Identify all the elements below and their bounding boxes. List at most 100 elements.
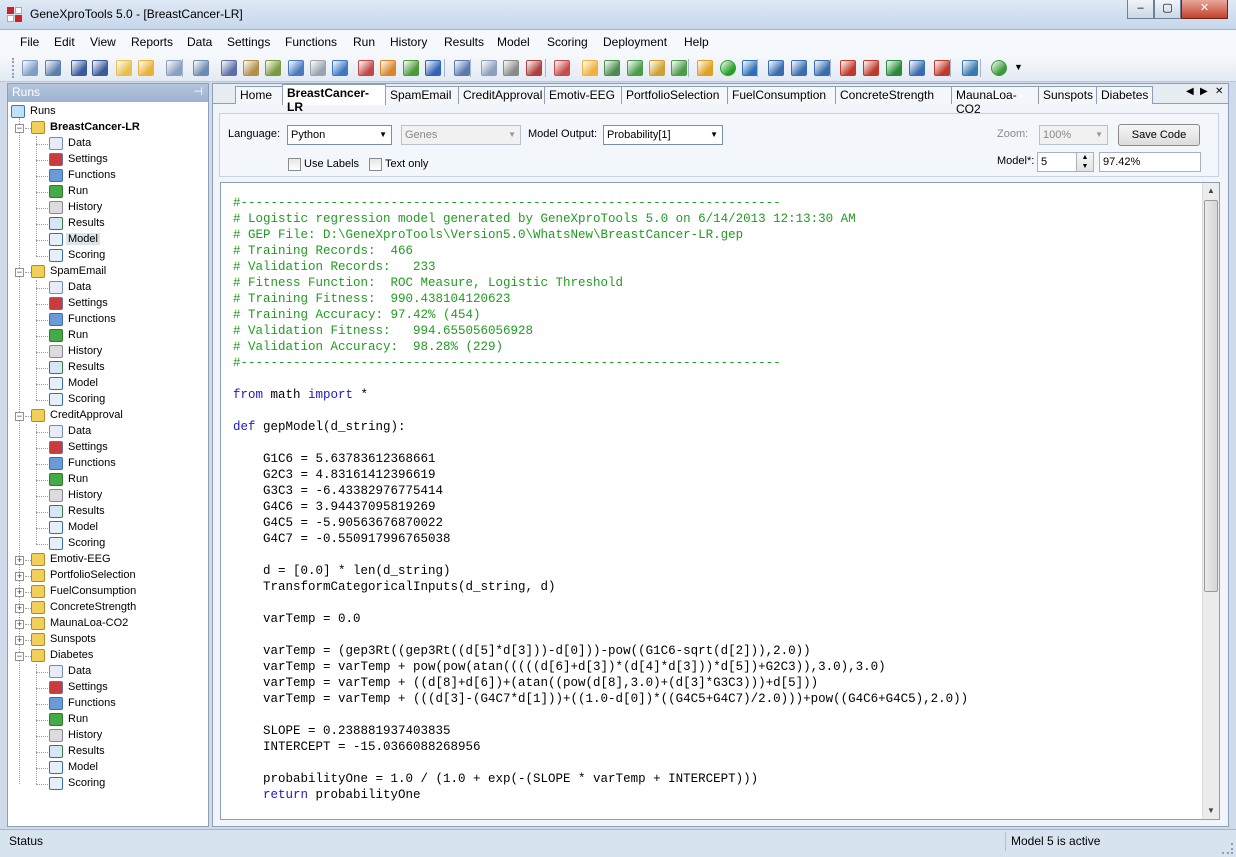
scales-icon[interactable] xyxy=(243,60,259,76)
help-icon[interactable] xyxy=(991,60,1007,76)
tree-expander-icon[interactable]: + xyxy=(15,556,24,565)
model-output-select[interactable]: Probability[1] ▼ xyxy=(603,125,723,145)
menu-help[interactable]: Help xyxy=(684,35,709,49)
model-number-spinner[interactable]: ▲ ▼ xyxy=(1076,152,1094,172)
formula-g-icon[interactable] xyxy=(886,60,902,76)
shield-icon[interactable] xyxy=(425,60,441,76)
calculator-icon[interactable] xyxy=(962,60,978,76)
tree-expander-icon[interactable]: − xyxy=(15,652,24,661)
language-select[interactable]: Python ▼ xyxy=(287,125,392,145)
tree-expander-icon[interactable]: + xyxy=(15,620,24,629)
save-icon[interactable] xyxy=(71,60,87,76)
spin-down-icon[interactable]: ▼ xyxy=(1077,162,1093,171)
tree-expander-icon[interactable]: + xyxy=(15,588,24,597)
cube-icon[interactable] xyxy=(221,60,237,76)
pin-icon[interactable]: ⊣ xyxy=(193,84,203,101)
ring-icon[interactable] xyxy=(310,60,326,76)
scroll-up-icon[interactable]: ▲ xyxy=(1203,183,1219,199)
formula-c-icon[interactable] xyxy=(863,60,879,76)
tab-concretestrength[interactable]: ConcreteStrength xyxy=(835,86,952,104)
pen-icon[interactable] xyxy=(526,60,542,76)
save-all-icon[interactable] xyxy=(92,60,108,76)
toolbar-overflow-icon[interactable]: ▼ xyxy=(1014,62,1023,72)
menu-model[interactable]: Model xyxy=(497,35,530,49)
text-only-checkbox[interactable] xyxy=(369,158,382,171)
model-number-input[interactable]: 5 xyxy=(1037,152,1077,172)
tab-sunspots[interactable]: Sunspots xyxy=(1038,86,1097,104)
tab-breastcancer-lr[interactable]: BreastCancer-LR xyxy=(282,84,386,114)
tab-next-icon[interactable]: ▶ xyxy=(1200,86,1208,97)
use-labels-checkbox[interactable] xyxy=(288,158,301,171)
arrow-icon[interactable] xyxy=(380,60,396,76)
gear-icon[interactable] xyxy=(503,60,519,76)
menu-deployment[interactable]: Deployment xyxy=(603,35,667,49)
tree-alt-icon[interactable] xyxy=(791,60,807,76)
tab-close-icon[interactable]: ✕ xyxy=(1215,86,1223,97)
add-icon[interactable] xyxy=(720,60,736,76)
copy-icon[interactable] xyxy=(166,60,182,76)
formula-s-icon[interactable] xyxy=(934,60,950,76)
tab-portfolioselection[interactable]: PortfolioSelection xyxy=(621,86,728,104)
brush-icon[interactable] xyxy=(697,60,713,76)
tree-expander-icon[interactable]: − xyxy=(15,268,24,277)
formula-icon[interactable] xyxy=(840,60,856,76)
close-button[interactable]: ✕ xyxy=(1181,0,1228,19)
spark-icon[interactable] xyxy=(454,60,470,76)
formula-j-icon[interactable] xyxy=(909,60,925,76)
folder-icon[interactable] xyxy=(116,60,132,76)
scroll-down-icon[interactable]: ▼ xyxy=(1203,803,1219,819)
network-icon[interactable] xyxy=(742,60,758,76)
preview-icon[interactable] xyxy=(193,60,209,76)
zoom-select[interactable]: 100% ▼ xyxy=(1039,125,1108,145)
toolbar-grip[interactable] xyxy=(12,58,15,78)
menu-reports[interactable]: Reports xyxy=(131,35,173,49)
tab-emotiv-eeg[interactable]: Emotiv-EEG xyxy=(544,86,622,104)
tab-spamemail[interactable]: SpamEmail xyxy=(385,86,459,104)
resize-grip-icon[interactable] xyxy=(1222,843,1233,854)
maximize-button[interactable]: ▢ xyxy=(1154,0,1181,19)
blocks-icon[interactable] xyxy=(403,60,419,76)
molecule-icon[interactable] xyxy=(358,60,374,76)
tab-diabetes[interactable]: Diabetes xyxy=(1096,86,1153,104)
wrench-icon[interactable] xyxy=(554,60,570,76)
tab-home[interactable]: Home xyxy=(235,86,283,104)
folder-open-icon[interactable] xyxy=(138,60,154,76)
tree-expander-icon[interactable]: + xyxy=(15,636,24,645)
paint-icon[interactable] xyxy=(265,60,281,76)
menu-file[interactable]: File xyxy=(20,35,39,49)
tree-icon[interactable] xyxy=(768,60,784,76)
tree-expander-icon[interactable]: − xyxy=(15,412,24,421)
menu-settings[interactable]: Settings xyxy=(227,35,270,49)
page-icon[interactable] xyxy=(481,60,497,76)
tree-expander-icon[interactable]: + xyxy=(15,572,24,581)
genes-select[interactable]: Genes ▼ xyxy=(401,125,521,145)
menu-results[interactable]: Results xyxy=(444,35,484,49)
open-icon[interactable] xyxy=(45,60,61,76)
layers-icon[interactable] xyxy=(332,60,348,76)
tab-maunaloa-co2[interactable]: MaunaLoa-CO2 xyxy=(951,86,1039,116)
menu-view[interactable]: View xyxy=(90,35,116,49)
list-icon[interactable] xyxy=(814,60,830,76)
spin-up-icon[interactable]: ▲ xyxy=(1077,153,1093,162)
grid-icon[interactable] xyxy=(604,60,620,76)
tab-fuelconsumption[interactable]: FuelConsumption xyxy=(727,86,836,104)
copy-blocks-icon[interactable] xyxy=(288,60,304,76)
chart-icon[interactable] xyxy=(627,60,643,76)
minimize-button[interactable]: – xyxy=(1127,0,1154,19)
menu-history[interactable]: History xyxy=(390,35,427,49)
code-viewer[interactable]: #---------------------------------------… xyxy=(220,182,1220,820)
line-chart-icon[interactable] xyxy=(671,60,687,76)
menu-scoring[interactable]: Scoring xyxy=(547,35,588,49)
menu-run[interactable]: Run xyxy=(353,35,375,49)
palette-icon[interactable] xyxy=(582,60,598,76)
tree-expander-icon[interactable]: − xyxy=(15,124,24,133)
tab-creditapproval[interactable]: CreditApproval xyxy=(458,86,545,104)
save-code-button[interactable]: Save Code xyxy=(1118,124,1200,146)
code-text[interactable]: #---------------------------------------… xyxy=(233,195,1199,803)
menu-edit[interactable]: Edit xyxy=(54,35,75,49)
menu-functions[interactable]: Functions xyxy=(285,35,337,49)
new-icon[interactable] xyxy=(22,60,38,76)
menu-data[interactable]: Data xyxy=(187,35,212,49)
table-icon[interactable] xyxy=(649,60,665,76)
scrollbar-thumb[interactable] xyxy=(1204,200,1218,592)
